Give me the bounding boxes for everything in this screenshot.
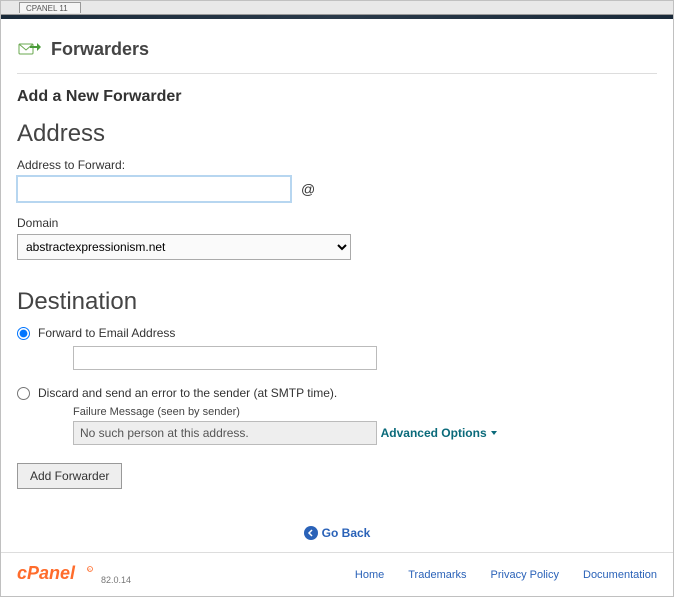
footer-links: Home Trademarks Privacy Policy Documenta… <box>355 569 657 581</box>
advanced-options-label: Advanced Options <box>381 426 487 440</box>
advanced-options-toggle[interactable]: Advanced Options <box>381 426 497 440</box>
forward-to-email-radio[interactable] <box>17 327 30 340</box>
footer-logo-row: cPanel R 82.0.14 <box>17 563 131 586</box>
failure-message-label: Failure Message (seen by sender) <box>73 406 657 418</box>
discard-radio[interactable] <box>17 387 30 400</box>
go-back-label: Go Back <box>322 526 371 540</box>
discard-label: Discard and send an error to the sender … <box>38 386 337 400</box>
forwarders-icon <box>17 37 41 61</box>
footer-home-link[interactable]: Home <box>355 569 384 581</box>
destination-heading: Destination <box>17 288 657 316</box>
at-symbol: @ <box>301 181 315 197</box>
add-forwarder-button[interactable]: Add Forwarder <box>17 463 122 489</box>
address-to-forward-input[interactable] <box>17 176 291 202</box>
app-frame: CPANEL 11 Forwarders Add a New Forwarder… <box>0 0 674 597</box>
footer-trademarks-link[interactable]: Trademarks <box>408 569 466 581</box>
window-titlebar: CPANEL 11 <box>1 1 673 15</box>
address-heading: Address <box>17 120 657 148</box>
domain-select[interactable]: abstractexpressionism.net <box>17 234 351 260</box>
forward-to-email-label: Forward to Email Address <box>38 326 175 340</box>
section-heading: Add a New Forwarder <box>17 88 657 106</box>
version-text: 82.0.14 <box>101 575 131 585</box>
footer-privacy-link[interactable]: Privacy Policy <box>491 569 559 581</box>
arrow-left-circle-icon <box>304 526 318 540</box>
forward-to-email-input[interactable] <box>73 346 377 370</box>
page-title: Forwarders <box>51 39 149 60</box>
address-to-forward-label: Address to Forward: <box>17 158 657 172</box>
svg-text:cPanel: cPanel <box>17 563 76 583</box>
failure-message-input <box>73 421 377 445</box>
cpanel-logo: cPanel R <box>17 563 95 586</box>
chevron-down-icon <box>491 431 497 435</box>
go-back-link[interactable]: Go Back <box>304 526 371 540</box>
footer: cPanel R 82.0.14 Home Trademarks Privacy… <box>1 552 673 596</box>
footer-docs-link[interactable]: Documentation <box>583 569 657 581</box>
page-header: Forwarders <box>17 33 657 74</box>
domain-label: Domain <box>17 216 657 230</box>
main-content: Forwarders Add a New Forwarder Address A… <box>1 19 673 540</box>
window-tab[interactable]: CPANEL 11 <box>19 2 81 13</box>
